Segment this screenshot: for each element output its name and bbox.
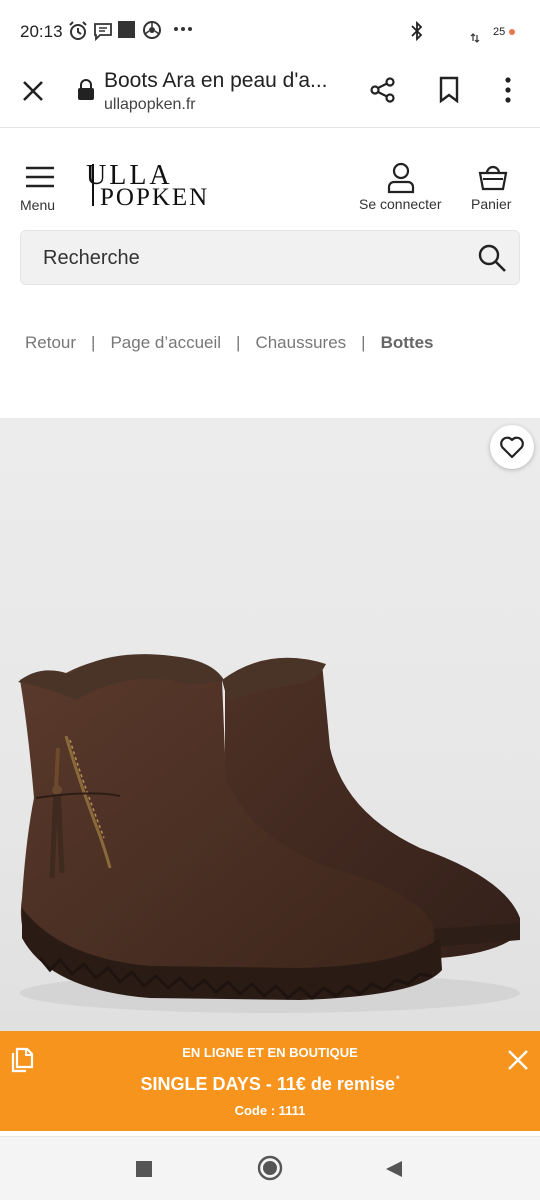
heart-icon — [500, 436, 524, 459]
alarm-icon — [69, 21, 87, 40]
promo-title-text: SINGLE DAYS - 11€ de remise — [140, 1074, 395, 1094]
promo-code: Code : 1111 — [234, 1103, 306, 1118]
promo-banner[interactable]: EN LIGNE ET EN BOUTIQUE SINGLE DAYS - 11… — [0, 1031, 540, 1131]
close-icon[interactable] — [20, 78, 46, 104]
promo-subtitle: EN LIGNE ET EN BOUTIQUE — [182, 1045, 358, 1060]
recents-square-icon[interactable] — [135, 1160, 153, 1178]
data-arrows-icon — [470, 33, 480, 43]
share-icon[interactable] — [369, 76, 397, 104]
search-placeholder: Recherche — [43, 247, 140, 269]
page-title[interactable]: Boots Ara en peau d'a... — [104, 69, 344, 93]
browser-toolbar: Boots Ara en peau d'a... ullapopken.fr — [0, 62, 540, 128]
back-triangle-icon[interactable] — [384, 1159, 404, 1179]
user-icon[interactable] — [386, 162, 416, 194]
breadcrumb-current-boots[interactable]: Bottes — [381, 333, 434, 353]
battery-indicator — [509, 29, 515, 35]
more-dots-icon — [174, 27, 192, 31]
breadcrumb-separator: | — [361, 333, 366, 352]
menu-label[interactable]: Menu — [20, 197, 55, 213]
breadcrumb-separator: | — [236, 333, 241, 352]
search-input[interactable]: Recherche — [20, 230, 520, 285]
lock-icon[interactable] — [77, 79, 95, 101]
promo-title: SINGLE DAYS - 11€ de remise* — [0, 1074, 540, 1095]
message-icon — [94, 23, 112, 42]
hamburger-icon — [26, 166, 54, 188]
bookmark-icon[interactable] — [438, 76, 460, 104]
app-square-icon — [118, 21, 135, 38]
system-navigation-bar — [0, 1136, 540, 1200]
home-circle-icon[interactable] — [257, 1155, 283, 1181]
promo-asterisk: * — [395, 1074, 400, 1084]
cart-basket-icon[interactable] — [477, 162, 509, 192]
bluetooth-icon — [411, 20, 423, 42]
status-time: 20:13 — [20, 22, 63, 41]
wishlist-button[interactable] — [490, 425, 534, 469]
overflow-menu-icon[interactable] — [503, 76, 513, 104]
ulla-popken-logo[interactable]: ULLA POPKEN — [86, 160, 236, 211]
chrome-icon — [143, 21, 161, 39]
status-bar: 20:13 25 — [0, 0, 540, 62]
breadcrumb-back[interactable]: Retour — [25, 333, 76, 353]
close-banner-icon[interactable] — [506, 1048, 530, 1072]
breadcrumb: Retour | Page d’accueil | Chaussures | Bottes — [25, 333, 434, 355]
breadcrumb-shoes[interactable]: Chaussures — [255, 333, 346, 353]
login-link[interactable]: Se connecter — [359, 196, 442, 212]
cart-link[interactable]: Panier — [471, 196, 511, 212]
logo-text-popken: POPKEN — [100, 184, 210, 211]
product-image[interactable] — [0, 418, 540, 1033]
page-url[interactable]: ullapopken.fr — [104, 96, 196, 114]
search-icon[interactable] — [477, 243, 507, 273]
site-header: Menu ULLA POPKEN Se connecter Panier — [0, 130, 540, 230]
brown-suede-boots-image — [18, 654, 520, 1013]
breadcrumb-home[interactable]: Page d’accueil — [110, 333, 221, 353]
breadcrumb-separator: | — [91, 333, 96, 352]
battery-level: 25 — [493, 26, 506, 38]
